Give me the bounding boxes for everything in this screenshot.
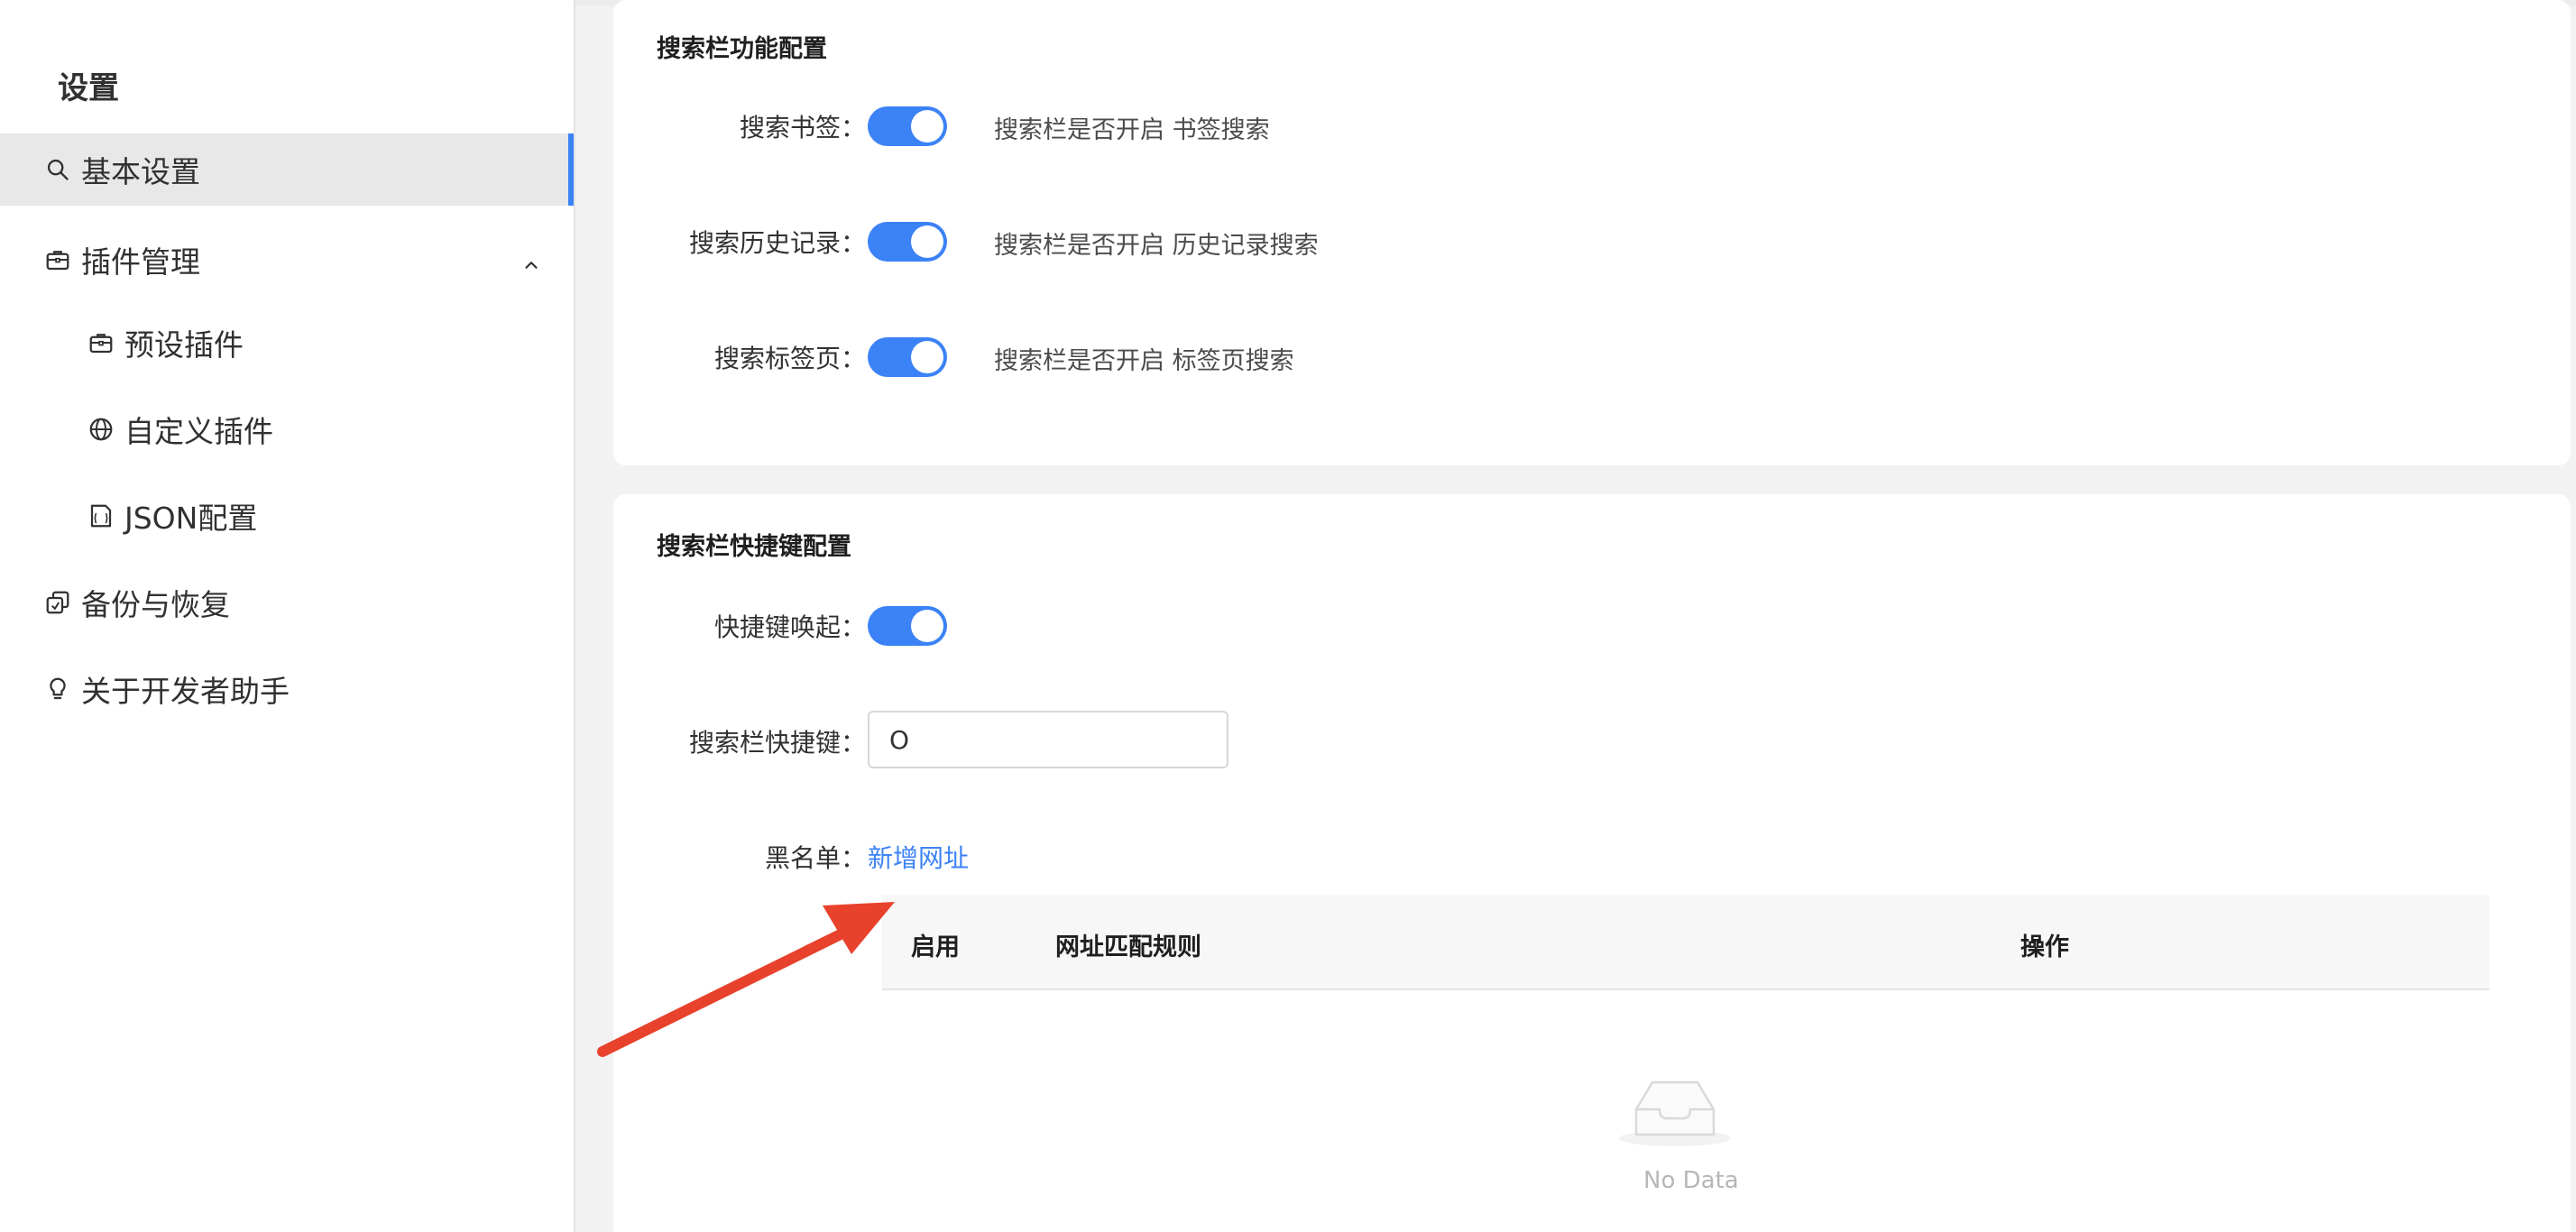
wake-shortcut-label: 快捷键唤起： [713,612,866,642]
history-search-desc: 搜索栏是否开启 历史记录搜索 [994,232,1319,260]
history-search-label: 搜索历史记录： [688,228,866,258]
globe-icon [87,415,115,444]
menu-item-plugin-management[interactable]: 插件管理 [0,224,574,296]
json-file-icon [87,501,115,530]
search-features-card: 搜索栏功能配置 搜索书签： 搜索栏是否开启 书签搜索 搜索历史记录： 搜索栏是否… [613,0,2571,465]
hotkey-label: 搜索栏快捷键： [688,728,866,758]
tab-search-label: 搜索标签页： [713,344,866,373]
column-enabled: 启用 [911,933,960,961]
search-icon [43,155,72,184]
menu-item-label: JSON配置 [124,501,258,536]
menu-item-label: 关于开发者助手 [81,674,290,709]
briefcase-icon [43,245,72,274]
history-search-switch[interactable] [868,222,947,262]
bulb-icon [43,675,72,703]
empty-inbox-icon [1616,1071,1734,1151]
sidebar-title: 设置 [58,70,119,106]
card-title: 搜索栏功能配置 [657,35,827,63]
bookmark-search-desc: 搜索栏是否开启 书签搜索 [994,116,1270,144]
main-content: 搜索栏功能配置 搜索书签： 搜索栏是否开启 书签搜索 搜索历史记录： 搜索栏是否… [575,0,2576,1232]
menu-item-label: 预设插件 [124,327,244,363]
menu-item-backup-restore[interactable]: 备份与恢复 [0,566,574,639]
tab-search-switch[interactable] [868,337,947,377]
briefcase-icon [87,328,115,357]
bookmark-search-label: 搜索书签： [739,113,866,143]
card-title: 搜索栏快捷键配置 [657,533,851,561]
menu-item-preset-plugins[interactable]: 预设插件 [0,307,574,379]
empty-text: No Data [1643,1167,1739,1194]
blacklist-table-header: 启用 网址匹配规则 操作 [882,895,2489,990]
chevron-up-icon[interactable] [521,247,541,282]
wake-shortcut-switch[interactable] [868,606,947,646]
column-actions: 操作 [2020,933,2069,961]
menu-item-label: 自定义插件 [124,414,273,449]
menu-item-json-config[interactable]: JSON配置 [0,480,574,552]
hotkey-input[interactable] [868,711,1228,768]
tab-search-desc: 搜索栏是否开启 标签页搜索 [994,347,1294,375]
copy-icon [43,588,72,617]
column-url-rule: 网址匹配规则 [1055,933,1201,961]
shortcut-config-card: 搜索栏快捷键配置 快捷键唤起： 搜索栏快捷键： 黑名单： 新增网址 启用 网址匹… [613,494,2571,1232]
menu-item-label: 插件管理 [81,244,200,280]
add-url-link[interactable]: 新增网址 [868,839,969,875]
sidebar: 设置 基本设置 插件管理 预设插件 自定义插件 JSON配置 备份与恢复 关于开… [0,0,574,1232]
bookmark-search-switch[interactable] [868,106,947,146]
menu-item-about-developer[interactable]: 关于开发者助手 [0,653,574,725]
menu-item-label: 备份与恢复 [81,587,230,622]
menu-item-basic-settings[interactable]: 基本设置 [0,133,574,206]
blacklist-label: 黑名单： [764,843,866,873]
menu-item-custom-plugins[interactable]: 自定义插件 [0,393,574,465]
menu-item-label: 基本设置 [81,154,200,189]
